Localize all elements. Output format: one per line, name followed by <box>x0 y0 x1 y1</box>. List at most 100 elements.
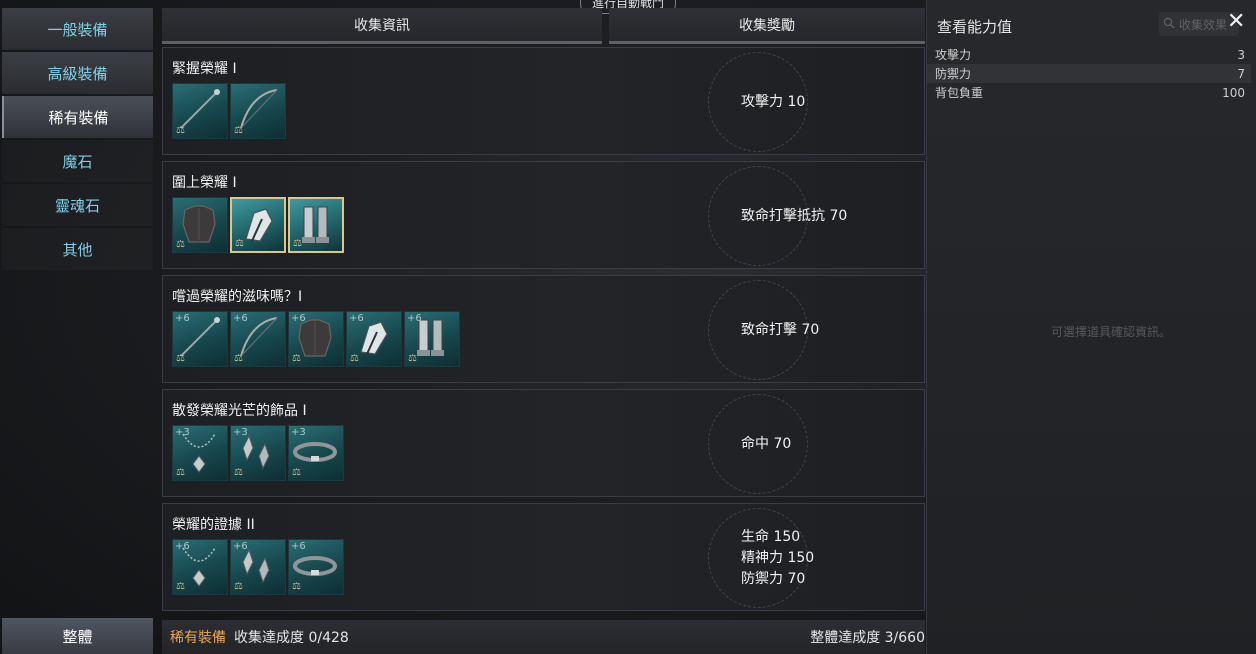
collection-items: +3 ⚖ +3 ⚖ +3 ⚖ <box>172 425 344 481</box>
panel-hint: 可選擇道具確認資訊。 <box>1051 325 1172 339</box>
tradable-scale-icon: ⚖ <box>292 353 301 364</box>
collection-card[interactable]: 緊握榮耀 I ⚖ ⚖ 攻擊力 10 <box>162 47 925 155</box>
enhance-level: +6 <box>291 541 306 552</box>
tradable-scale-icon: ⚖ <box>234 467 243 478</box>
enhance-level: +6 <box>349 313 364 324</box>
stat-row: 攻擊力 3 <box>927 45 1251 64</box>
collection-title: 榮耀的證據 II <box>172 517 255 533</box>
stat-value: 3 <box>1237 47 1245 62</box>
reward-line: 命中 70 <box>741 435 792 452</box>
nav-item-common[interactable]: 一般裝備 <box>2 8 153 50</box>
collection-title: 散發榮耀光芒的飾品 I <box>172 403 307 419</box>
tradable-scale-icon: ⚖ <box>234 353 243 364</box>
tradable-scale-icon: ⚖ <box>176 467 185 478</box>
item-slot[interactable]: ⚖ <box>230 83 286 139</box>
collection-card[interactable]: 嚐過榮耀的滋味嗎？I +6 ⚖ +6 ⚖ +6 ⚖ +6 ⚖ +6 ⚖ 致命打擊 70 <box>162 275 925 383</box>
nav-label: 高級裝備 <box>47 64 108 83</box>
collection-list: 緊握榮耀 I ⚖ ⚖ 攻擊力 10 圍上榮耀 I ⚖ ⚖ ⚖ 致命打擊抵抗 70 嚐過榮耀的滋味嗎… <box>162 47 925 617</box>
enhance-level: +6 <box>175 313 190 324</box>
collection-card[interactable]: 圍上榮耀 I ⚖ ⚖ ⚖ 致命打擊抵抗 70 <box>162 161 925 269</box>
item-slot[interactable]: +6 ⚖ <box>230 311 286 367</box>
enhance-level: +6 <box>175 541 190 552</box>
tradable-scale-icon: ⚖ <box>176 239 185 250</box>
item-slot[interactable]: +6 ⚖ <box>172 311 228 367</box>
item-slot[interactable]: +3 ⚖ <box>172 425 228 481</box>
search-icon <box>1163 17 1175 32</box>
stats-list: 攻擊力 3 防禦力 7 背包負重 100 <box>927 45 1251 102</box>
header-label: 收集獎勵 <box>739 17 795 34</box>
item-slot[interactable]: +3 ⚖ <box>230 425 286 481</box>
enhance-level: +6 <box>291 313 306 324</box>
nav-label: 靈魂石 <box>54 196 100 215</box>
collection-items: ⚖ ⚖ ⚖ <box>172 197 344 253</box>
enhance-level: +3 <box>233 427 248 438</box>
reward-line: 致命打擊抵抗 70 <box>741 207 848 224</box>
tradable-scale-icon: ⚖ <box>408 353 417 364</box>
item-slot[interactable]: +6 ⚖ <box>288 311 344 367</box>
reward-line: 攻擊力 10 <box>741 93 806 110</box>
reward-line: 生命 150 <box>741 528 801 545</box>
item-slot[interactable]: ⚖ <box>230 197 286 253</box>
enhance-level: +6 <box>407 313 422 324</box>
nav-item-magic-stone[interactable]: 魔石 <box>2 140 153 182</box>
reward-line: 精神力 150 <box>741 549 815 566</box>
footer-progress: 稀有裝備 收集達成度 0/428 整體達成度 3/660 <box>162 620 925 654</box>
nav-label: 一般裝備 <box>47 20 108 39</box>
tradable-scale-icon: ⚖ <box>176 125 185 136</box>
collection-reward: 攻擊力 10 <box>741 92 805 113</box>
collection-reward: 致命打擊 70 <box>741 320 819 341</box>
collection-title: 緊握榮耀 I <box>172 61 237 77</box>
nav-item-other[interactable]: 其他 <box>2 228 153 270</box>
tradable-scale-icon: ⚖ <box>176 353 185 364</box>
stat-row: 防禦力 7 <box>927 64 1251 83</box>
tradable-scale-icon: ⚖ <box>176 581 185 592</box>
panel-title: 查看能力值 <box>937 18 1013 36</box>
header-collection-reward: 收集獎勵 <box>609 8 925 44</box>
footer-category: 稀有裝備 <box>170 630 226 646</box>
item-slot[interactable]: +6 ⚖ <box>172 539 228 595</box>
tradable-scale-icon: ⚖ <box>292 581 301 592</box>
item-slot[interactable]: ⚖ <box>172 83 228 139</box>
collection-items: +6 ⚖ +6 ⚖ +6 ⚖ <box>172 539 344 595</box>
nav-item-overall[interactable]: 整體 <box>2 618 153 654</box>
nav-item-soul-stone[interactable]: 靈魂石 <box>2 184 153 226</box>
collection-card[interactable]: 散發榮耀光芒的飾品 I +3 ⚖ +3 ⚖ +3 ⚖ 命中 70 <box>162 389 925 497</box>
tradable-scale-icon: ⚖ <box>293 238 302 249</box>
reward-line: 防禦力 70 <box>741 570 806 587</box>
item-slot[interactable]: +6 ⚖ <box>230 539 286 595</box>
stat-name: 防禦力 <box>935 67 972 81</box>
nav-item-rare[interactable]: 稀有裝備 <box>2 96 153 138</box>
nav-label: 其他 <box>62 240 93 259</box>
stat-row: 背包負重 100 <box>927 83 1251 102</box>
search-placeholder: 收集效果 <box>1179 17 1228 32</box>
collection-card[interactable]: 榮耀的證據 II +6 ⚖ +6 ⚖ +6 ⚖ 生命 150 精神力 150 防禦力 70 <box>162 503 925 611</box>
item-slot[interactable]: ⚖ <box>288 197 344 253</box>
nav-label: 整體 <box>62 627 93 646</box>
item-slot[interactable]: +6 ⚖ <box>288 539 344 595</box>
item-slot[interactable]: ⚖ <box>172 197 228 253</box>
collection-title: 圍上榮耀 I <box>172 175 237 191</box>
category-nav: 一般裝備 高級裝備 稀有裝備 魔石 靈魂石 其他 <box>2 8 153 272</box>
close-icon[interactable]: ✕ <box>1227 10 1245 34</box>
tradable-scale-icon: ⚖ <box>350 353 359 364</box>
item-slot[interactable]: +6 ⚖ <box>346 311 402 367</box>
stat-name: 攻擊力 <box>935 48 972 62</box>
enhance-level: +3 <box>291 427 306 438</box>
collection-reward: 生命 150 精神力 150 防禦力 70 <box>741 527 814 590</box>
header-collection-info: 收集資訊 <box>162 8 602 44</box>
collection-reward: 命中 70 <box>741 434 791 455</box>
nav-label: 魔石 <box>62 152 93 171</box>
footer-collection-progress: 收集達成度 0/428 <box>234 630 349 646</box>
stats-panel: 查看能力值 收集效果 ✕ 攻擊力 3 防禦力 7 背包負重 100 可選擇道具確認資訊… <box>926 0 1256 654</box>
collection-reward: 致命打擊抵抗 70 <box>741 206 847 227</box>
reward-line: 致命打擊 70 <box>741 321 820 338</box>
nav-item-advanced[interactable]: 高級裝備 <box>2 52 153 94</box>
item-slot[interactable]: +3 ⚖ <box>288 425 344 481</box>
collection-items: ⚖ ⚖ <box>172 83 286 139</box>
item-slot[interactable]: +6 ⚖ <box>404 311 460 367</box>
tradable-scale-icon: ⚖ <box>235 238 244 249</box>
enhance-level: +6 <box>233 541 248 552</box>
stat-value: 7 <box>1237 66 1245 81</box>
collection-title: 嚐過榮耀的滋味嗎？I <box>172 289 303 305</box>
header-label: 收集資訊 <box>354 17 410 34</box>
